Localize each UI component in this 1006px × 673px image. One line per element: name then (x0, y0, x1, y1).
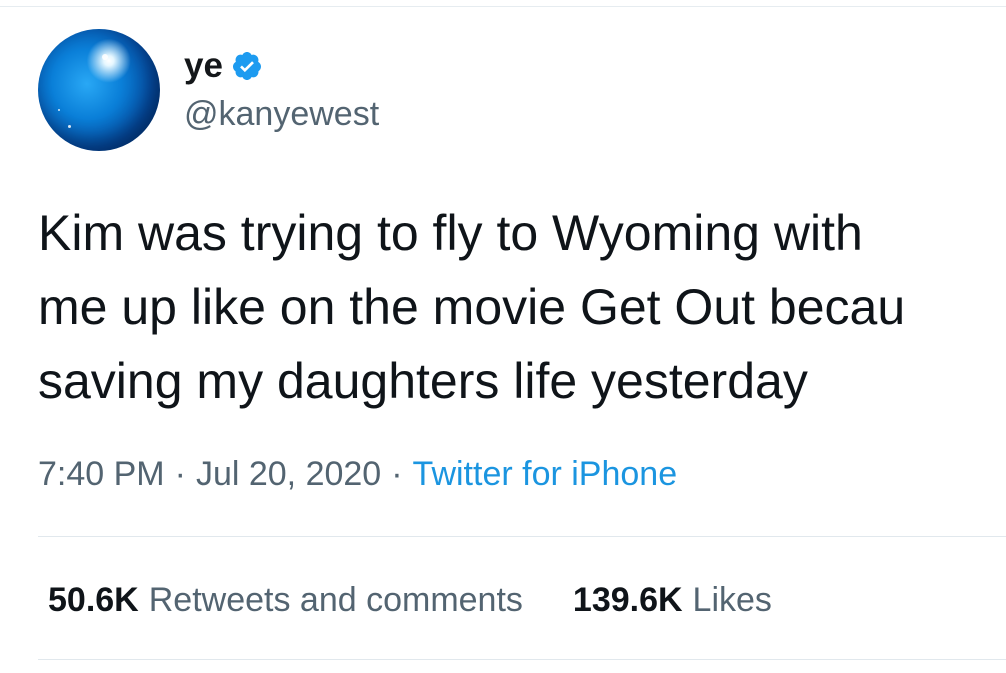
tweet-text: Kim was trying to fly to Wyoming with me… (38, 196, 1006, 418)
likes-label: Likes (692, 581, 772, 619)
tweet-text-line: saving my daughters life yesterday (38, 353, 808, 409)
likes-stat[interactable]: 139.6K Likes (573, 578, 772, 622)
retweets-count: 50.6K (48, 581, 139, 619)
retweets-label: Retweets and comments (148, 581, 523, 619)
display-name[interactable]: ye (184, 46, 223, 86)
tweet-date[interactable]: Jul 20, 2020 (196, 455, 381, 493)
tweet-card: ye @kanyewest Kim was trying to fly to W… (0, 0, 1006, 673)
author-name-row: ye (184, 46, 263, 86)
meta-separator: · (391, 455, 403, 493)
meta-separator: · (174, 455, 186, 493)
retweets-stat[interactable]: 50.6K Retweets and comments (48, 578, 523, 622)
tweet-source-link[interactable]: Twitter for iPhone (413, 455, 678, 493)
tweet-meta: 7:40 PM · Jul 20, 2020 · Twitter for iPhone (38, 452, 677, 496)
tweet-text-line: me up like on the movie Get Out becau (38, 279, 906, 335)
divider (38, 659, 1006, 660)
top-divider (0, 6, 1006, 7)
avatar[interactable] (38, 29, 160, 151)
tweet-stats: 50.6K Retweets and comments 139.6K Likes (48, 578, 822, 622)
tweet-text-line: Kim was trying to fly to Wyoming with (38, 205, 863, 261)
tweet-time[interactable]: 7:40 PM (38, 455, 165, 493)
verified-badge-icon (231, 50, 263, 82)
likes-count: 139.6K (572, 581, 683, 619)
divider (38, 536, 1006, 537)
author-handle[interactable]: @kanyewest (184, 94, 379, 134)
